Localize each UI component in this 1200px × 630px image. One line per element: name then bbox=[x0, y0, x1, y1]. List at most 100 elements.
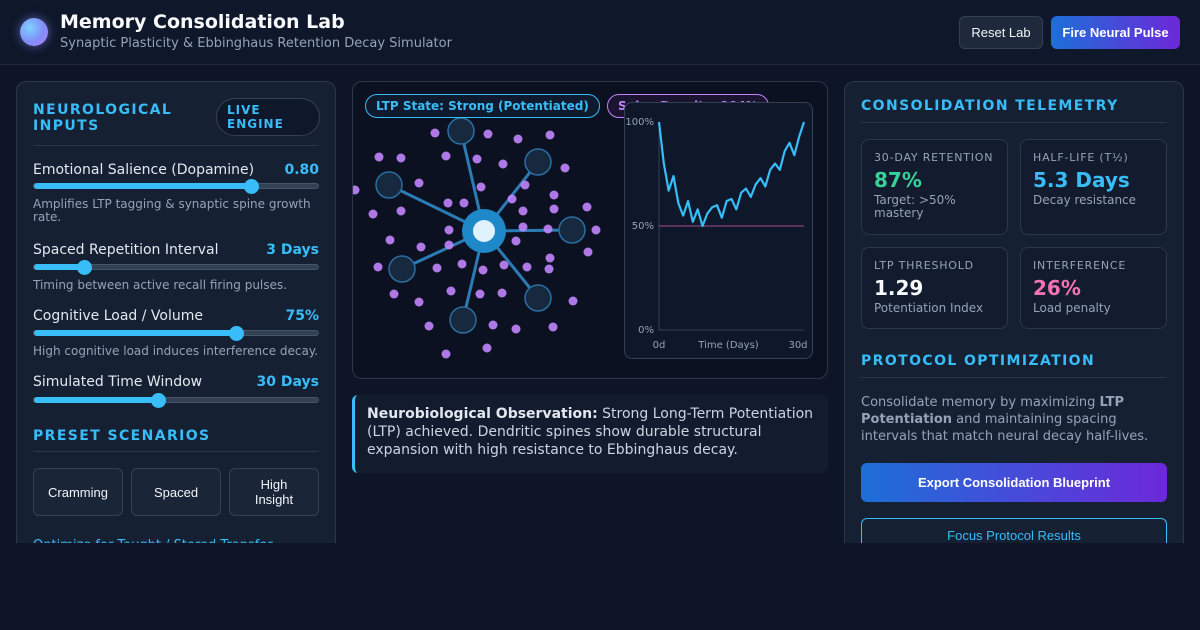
dendritic-spine bbox=[513, 134, 523, 144]
slider-thumb[interactable] bbox=[228, 326, 244, 341]
dendritic-spine bbox=[497, 288, 507, 298]
metric-retention: 30-DAY RETENTION 87% Target: >50% master… bbox=[861, 139, 1008, 235]
divider bbox=[861, 377, 1167, 378]
dendritic-spine bbox=[416, 242, 426, 252]
neuron-node bbox=[449, 306, 477, 334]
soma-core bbox=[473, 220, 495, 242]
salience-slider[interactable] bbox=[33, 179, 319, 194]
salience-desc: Amplifies LTP tagging & synaptic spine g… bbox=[33, 197, 311, 224]
reset-lab-button[interactable]: Reset Lab bbox=[959, 16, 1043, 49]
metric-sub: Target: >50% mastery bbox=[874, 193, 956, 220]
dendritic-spine bbox=[583, 247, 593, 257]
load-slider[interactable] bbox=[33, 326, 319, 341]
page-background bbox=[0, 543, 1200, 630]
dendritic-spine bbox=[472, 154, 482, 164]
fire-neural-pulse-button[interactable]: Fire Neural Pulse bbox=[1051, 16, 1180, 49]
dendritic-spine bbox=[499, 260, 509, 270]
ltp-state-pill: LTP State: Strong (Potentiated) bbox=[365, 94, 600, 118]
neurological-inputs-panel: NEUROLOGICAL INPUTS LIVE ENGINE Emotiona… bbox=[16, 81, 336, 551]
salience-value: 0.80 bbox=[284, 162, 319, 178]
neuron-node bbox=[375, 171, 403, 199]
dendritic-spine bbox=[478, 265, 488, 275]
retention-chart: 100% 50% 0% 0d 30d Time (Days) bbox=[624, 102, 813, 359]
metric-sub: Decay resistance bbox=[1033, 193, 1137, 207]
x-tick-label: 0d bbox=[653, 340, 666, 351]
dendritic-spine bbox=[582, 202, 592, 212]
dendritic-spine bbox=[511, 324, 521, 334]
neuron-node bbox=[388, 255, 416, 283]
neural-visualization-panel: LTP State: Strong (Potentiated) Spine De… bbox=[352, 81, 828, 379]
dendritic-spine bbox=[549, 190, 559, 200]
slider-thumb[interactable] bbox=[150, 393, 166, 408]
dendritic-spine bbox=[396, 206, 406, 216]
spacing-label: Spaced Repetition Interval bbox=[33, 242, 219, 258]
presets-title: PRESET SCENARIOS bbox=[33, 428, 211, 444]
metric-label: HALF-LIFE (T½) bbox=[1033, 151, 1129, 164]
dendritic-spine bbox=[432, 263, 442, 273]
dendritic-spine bbox=[483, 129, 493, 139]
protocol-text-pre: Consolidate memory by maximizing bbox=[861, 395, 1100, 410]
dendritic-spine bbox=[441, 151, 451, 161]
dendritic-spine bbox=[522, 262, 532, 272]
dendritic-spine bbox=[443, 198, 453, 208]
dendritic-spine bbox=[518, 206, 528, 216]
dendritic-spine bbox=[543, 224, 553, 234]
y-tick-label: 100% bbox=[625, 117, 654, 128]
metric-interference: INTERFERENCE 26% Load penalty bbox=[1020, 247, 1167, 329]
spacing-slider[interactable] bbox=[33, 260, 319, 275]
dendritic-spine bbox=[441, 349, 451, 359]
slider-thumb[interactable] bbox=[76, 260, 92, 275]
dendritic-spine bbox=[446, 286, 456, 296]
metric-value: 87% bbox=[874, 168, 922, 192]
dendritic-spine bbox=[385, 235, 395, 245]
telemetry-title: CONSOLIDATION TELEMETRY bbox=[861, 98, 1119, 114]
observation-box: Neurobiological Observation: Strong Long… bbox=[352, 395, 828, 473]
dendritic-spine bbox=[368, 209, 378, 219]
preset-cramming-button[interactable]: Cramming bbox=[33, 468, 123, 516]
app-subtitle: Synaptic Plasticity & Ebbinghaus Retenti… bbox=[60, 36, 452, 51]
slider-fill bbox=[34, 183, 252, 189]
y-tick-label: 50% bbox=[632, 221, 654, 232]
dendritic-spine bbox=[549, 204, 559, 214]
metric-value: 5.3 Days bbox=[1033, 168, 1130, 192]
inputs-title: NEUROLOGICAL INPUTS bbox=[33, 102, 173, 134]
dendritic-spine bbox=[520, 180, 530, 190]
app-header: Memory Consolidation Lab Synaptic Plasti… bbox=[0, 0, 1200, 65]
dendritic-spine bbox=[591, 225, 601, 235]
preset-spaced-button[interactable]: Spaced bbox=[131, 468, 221, 516]
dendritic-spine bbox=[511, 236, 521, 246]
metric-label: 30-DAY RETENTION bbox=[874, 151, 994, 164]
dendritic-spine bbox=[459, 198, 469, 208]
load-desc: High cognitive load induces interference… bbox=[33, 344, 319, 358]
divider bbox=[33, 451, 319, 452]
preset-high-insight-button[interactable]: High Insight bbox=[229, 468, 319, 516]
x-axis-label: Time (Days) bbox=[697, 340, 759, 351]
time-window-slider[interactable] bbox=[33, 393, 319, 408]
salience-label: Emotional Salience (Dopamine) bbox=[33, 162, 255, 178]
metric-sub: Load penalty bbox=[1033, 301, 1111, 315]
dendritic-spine bbox=[430, 128, 440, 138]
dendritic-spine bbox=[374, 152, 384, 162]
dendritic-spine bbox=[424, 321, 434, 331]
neuron-node bbox=[524, 284, 552, 312]
metric-value: 26% bbox=[1033, 276, 1081, 300]
dendritic-spine bbox=[560, 163, 570, 173]
dendritic-spine bbox=[475, 289, 485, 299]
dendritic-spine bbox=[545, 253, 555, 263]
dendritic-spine bbox=[414, 297, 424, 307]
metric-label: INTERFERENCE bbox=[1033, 259, 1127, 272]
dendritic-spine bbox=[548, 322, 558, 332]
metric-half-life: HALF-LIFE (T½) 5.3 Days Decay resistance bbox=[1020, 139, 1167, 235]
neuron-node bbox=[447, 117, 475, 145]
dendritic-spine bbox=[444, 225, 454, 235]
slider-thumb[interactable] bbox=[244, 179, 260, 194]
export-blueprint-button[interactable]: Export Consolidation Blueprint bbox=[861, 463, 1167, 502]
load-value: 75% bbox=[285, 308, 319, 324]
protocol-title: PROTOCOL OPTIMIZATION bbox=[861, 353, 1096, 369]
divider bbox=[861, 122, 1167, 123]
observation-lead: Neurobiological Observation: bbox=[367, 406, 598, 422]
dendritic-spine bbox=[568, 296, 578, 306]
neuron-node bbox=[558, 216, 586, 244]
dendritic-spine bbox=[457, 259, 467, 269]
spacing-value: 3 Days bbox=[266, 242, 319, 258]
